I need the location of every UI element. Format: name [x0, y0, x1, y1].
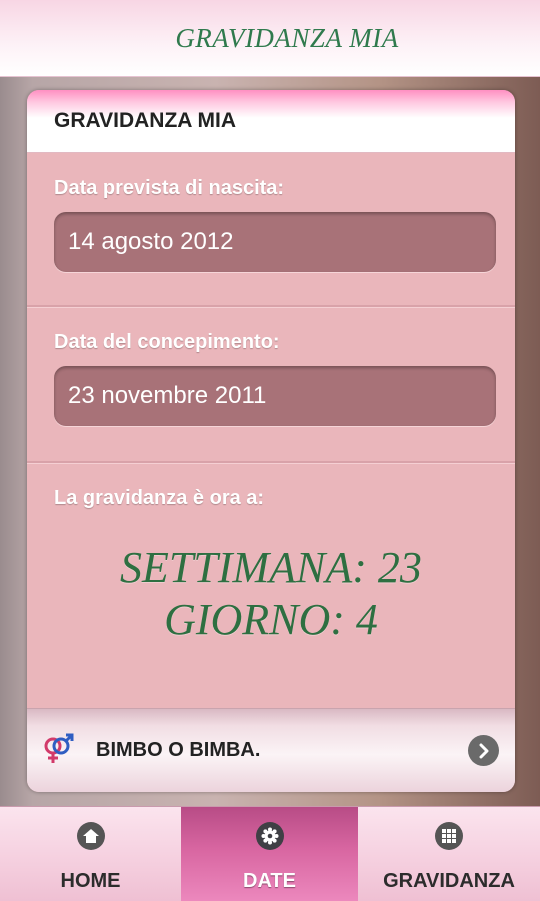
conception-section: Data del concepimento: 23 novembre 2011 — [27, 307, 515, 463]
tab-date[interactable]: DATE — [181, 807, 358, 901]
chevron-right-icon[interactable] — [468, 735, 499, 766]
pregnancy-result: SETTIMANA: 23 GIORNO: 4 — [27, 542, 515, 646]
week-count: SETTIMANA: 23 — [120, 543, 422, 592]
bottom-tab-bar: HOME DATE GRAVIDANZA — [0, 806, 540, 901]
status-section: La gravidanza è ora a: SETTIMANA: 23 GIO… — [27, 463, 515, 711]
due-date-field[interactable]: 14 agosto 2012 — [54, 212, 496, 272]
conception-label: Data del concepimento: — [54, 331, 280, 353]
app-title: GRAVIDANZA MIA — [175, 22, 399, 53]
tab-gravidanza-label: GRAVIDANZA — [383, 870, 515, 892]
status-label: La gravidanza è ora a: — [54, 487, 265, 509]
due-date-section: Data prevista di nascita: 14 agosto 2012 — [27, 153, 515, 307]
day-count: GIORNO: 4 — [164, 595, 378, 644]
boy-or-girl-row[interactable]: BIMBO O BIMBA. — [27, 708, 515, 792]
card-title: GRAVIDANZA MIA — [27, 90, 515, 153]
due-date-value: 14 agosto 2012 — [68, 228, 234, 255]
home-icon — [76, 822, 105, 850]
pregnancy-card: GRAVIDANZA MIA Data prevista di nascita:… — [27, 90, 515, 792]
boy-or-girl-label: BIMBO O BIMBA. — [96, 739, 261, 761]
app-header: GRAVIDANZA MIA — [0, 0, 540, 77]
gear-icon — [255, 822, 284, 850]
tab-date-label: DATE — [243, 870, 296, 892]
tab-home-label: HOME — [60, 870, 121, 892]
tab-home[interactable]: HOME — [0, 807, 181, 901]
gender-symbols-icon — [41, 732, 75, 771]
conception-date-field[interactable]: 23 novembre 2011 — [54, 366, 496, 426]
due-date-label: Data prevista di nascita: — [54, 177, 285, 199]
grid-icon — [435, 822, 463, 850]
tab-gravidanza[interactable]: GRAVIDANZA — [358, 807, 540, 901]
conception-date-value: 23 novembre 2011 — [68, 382, 267, 409]
